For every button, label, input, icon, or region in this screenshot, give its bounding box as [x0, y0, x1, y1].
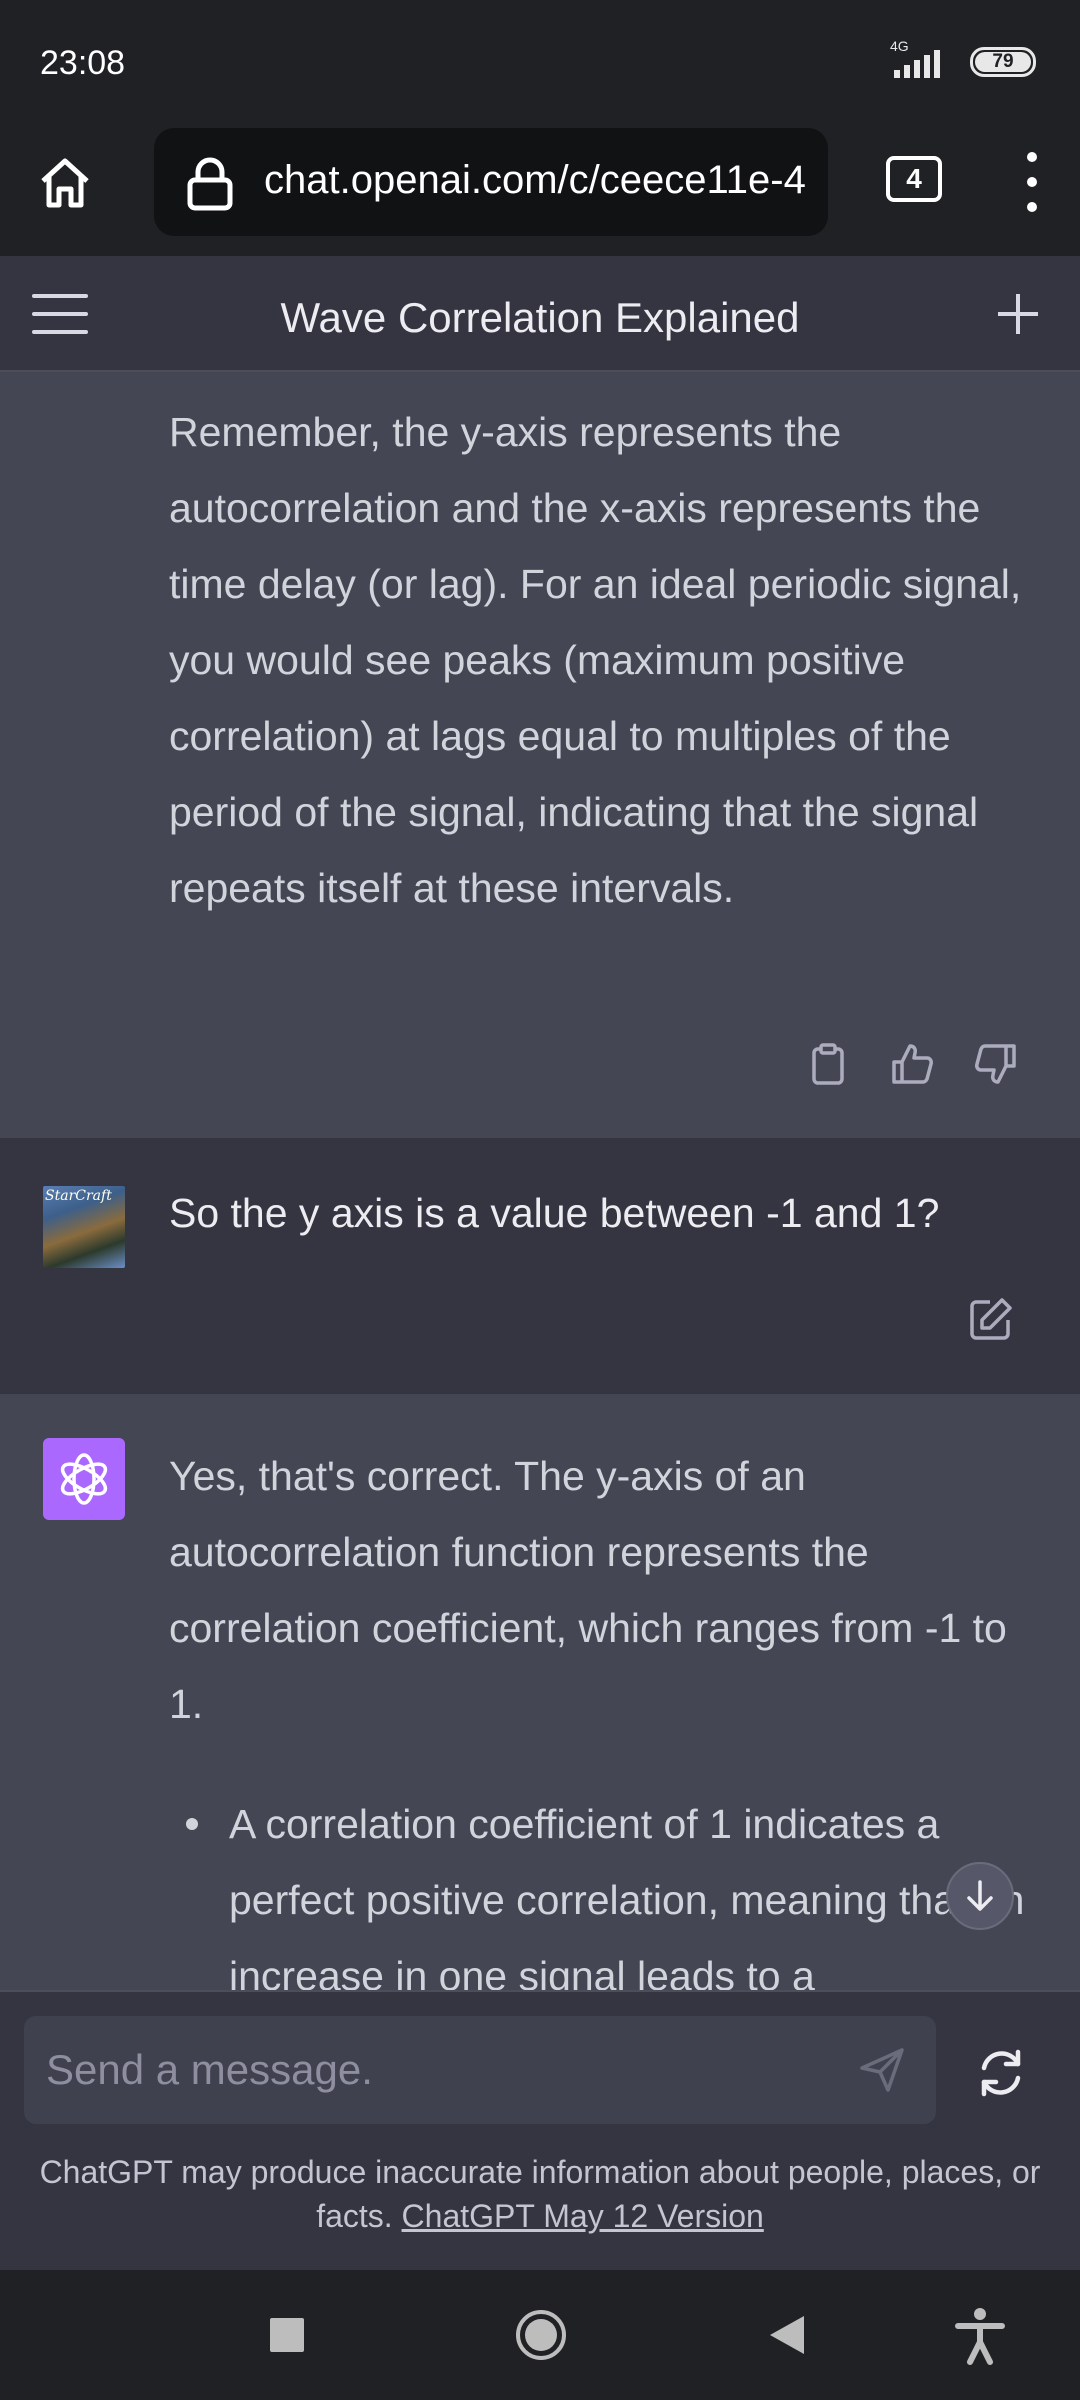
- chat-title: Wave Correlation Explained: [280, 294, 800, 341]
- thumbs-down-icon[interactable]: [974, 1042, 1018, 1086]
- address-bar[interactable]: chat.openai.com/c/ceece11e-4: [154, 128, 828, 236]
- bullet-dot: [186, 1818, 198, 1830]
- message-text: So the y axis is a value between -1 and …: [169, 1190, 940, 1236]
- accessibility-icon[interactable]: [952, 2306, 1008, 2366]
- assistant-message: Remember, the y-axis represents the auto…: [0, 372, 1080, 1138]
- regenerate-icon[interactable]: [974, 2046, 1028, 2100]
- send-icon[interactable]: [858, 2046, 906, 2094]
- avatar-logo: StarCraft: [45, 1188, 112, 1204]
- status-indicators: 4G 79: [884, 38, 1036, 82]
- message-text: Yes, that's correct. The y-axis of an au…: [169, 1453, 1007, 1727]
- signal-icon: 4G: [884, 38, 952, 82]
- lock-icon: [187, 157, 233, 211]
- more-icon[interactable]: [1022, 152, 1042, 212]
- status-bar: 23:08 4G 79: [0, 0, 1080, 128]
- navigation-bar: [0, 2270, 1080, 2400]
- arrow-down-icon[interactable]: [946, 1862, 1014, 1930]
- message-actions: [806, 1042, 1018, 1086]
- openai-logo-icon: [43, 1438, 125, 1520]
- copy-icon[interactable]: [806, 1042, 850, 1086]
- user-message: StarCraft So the y axis is a value betwe…: [0, 1138, 1080, 1394]
- message-input[interactable]: Send a message.: [24, 2016, 936, 2124]
- edit-icon[interactable]: [968, 1296, 1014, 1342]
- thumbs-up-icon[interactable]: [890, 1042, 934, 1086]
- disclaimer: ChatGPT may produce inaccurate informati…: [30, 2150, 1050, 2238]
- version-link[interactable]: ChatGPT May 12 Version: [402, 2198, 764, 2234]
- assistant-message: Yes, that's correct. The y-axis of an au…: [0, 1394, 1080, 1990]
- status-time: 23:08: [40, 44, 126, 82]
- composer: Send a message. ChatGPT may produce inac…: [0, 1990, 1080, 2270]
- battery-icon: 79: [970, 47, 1036, 77]
- url-text: chat.openai.com/c/ceece11e-4: [264, 158, 806, 202]
- tabs-icon[interactable]: 4: [886, 156, 942, 202]
- plus-icon[interactable]: [996, 292, 1040, 336]
- input-placeholder: Send a message.: [46, 2046, 373, 2093]
- chat-header: Wave Correlation Explained: [0, 256, 1080, 372]
- home-nav-icon[interactable]: [516, 2310, 566, 2360]
- home-icon[interactable]: [30, 148, 100, 218]
- browser-toolbar: chat.openai.com/c/ceece11e-4 4: [0, 128, 1080, 256]
- back-icon[interactable]: [770, 2316, 804, 2354]
- bullet-text: A correlation coefficient of 1 indicates…: [229, 1801, 1025, 1990]
- recent-apps-icon[interactable]: [270, 2318, 304, 2352]
- avatar: StarCraft: [43, 1186, 125, 1268]
- battery-level: 79: [975, 52, 1031, 72]
- message-text: Remember, the y-axis represents the auto…: [169, 409, 1022, 911]
